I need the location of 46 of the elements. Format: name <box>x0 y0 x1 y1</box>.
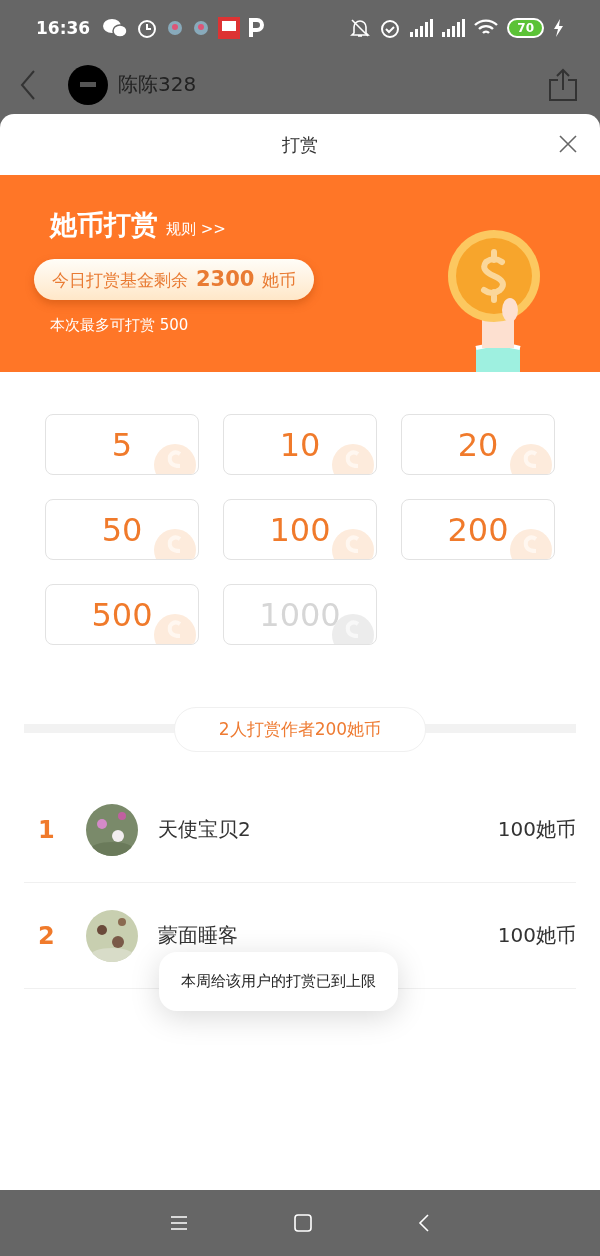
chat-icon <box>102 16 129 39</box>
app-icon <box>192 18 211 37</box>
coin-icon <box>330 442 376 474</box>
rewarder-name: 蒙面睡客 <box>158 922 238 949</box>
coin-icon <box>152 612 198 644</box>
status-time: 16:36 <box>36 17 91 38</box>
amount-button[interactable]: 100 <box>223 499 377 560</box>
back-icon[interactable] <box>417 1213 431 1233</box>
app-icon <box>218 16 241 39</box>
rewarder-name: 天使宝贝2 <box>158 816 251 843</box>
mute-bell-icon <box>349 16 372 39</box>
coin-icon <box>152 527 198 559</box>
reward-amount: 100她币 <box>497 922 576 949</box>
fund-amount: 2300 <box>196 267 255 291</box>
amount-button[interactable]: 10 <box>223 414 377 475</box>
charging-icon <box>552 17 564 38</box>
sheet-title: 打赏 <box>282 132 318 157</box>
coin-icon <box>508 527 554 559</box>
coin-icon <box>330 527 376 559</box>
rules-link[interactable]: 规则 >> <box>166 220 226 239</box>
rank-number: 1 <box>37 815 56 844</box>
username: 陈陈328 <box>118 71 197 98</box>
battery-indicator: 70 <box>507 17 544 38</box>
close-icon[interactable] <box>558 134 578 154</box>
fund-unit: 她币 <box>262 269 297 292</box>
amount-button[interactable]: 500 <box>45 584 199 645</box>
fund-label: 今日打赏基金剩余 <box>52 269 188 292</box>
summary-label: 2人打赏作者200她币 <box>173 706 427 752</box>
amount-button[interactable]: 200 <box>401 499 555 560</box>
amount-button[interactable]: 5 <box>45 414 199 475</box>
amount-button[interactable]: 50 <box>45 499 199 560</box>
toast-message: 本周给该用户的打赏已到上限 <box>159 952 398 1011</box>
amount-button[interactable]: 20 <box>401 414 555 475</box>
reward-amount: 100她币 <box>497 816 576 843</box>
coin-icon <box>152 442 198 474</box>
app-icon <box>166 18 185 37</box>
banner-title: 她币打赏 <box>50 208 158 242</box>
parking-icon <box>248 16 265 39</box>
signal-icon <box>441 17 466 38</box>
user-avatar <box>68 64 108 105</box>
signal-icon <box>409 17 434 38</box>
home-icon[interactable] <box>293 1213 313 1233</box>
limit-text: 本次最多可打赏 500 <box>49 316 190 335</box>
rank-number: 2 <box>37 921 56 950</box>
menu-icon[interactable] <box>169 1215 189 1231</box>
coin-icon <box>508 442 554 474</box>
